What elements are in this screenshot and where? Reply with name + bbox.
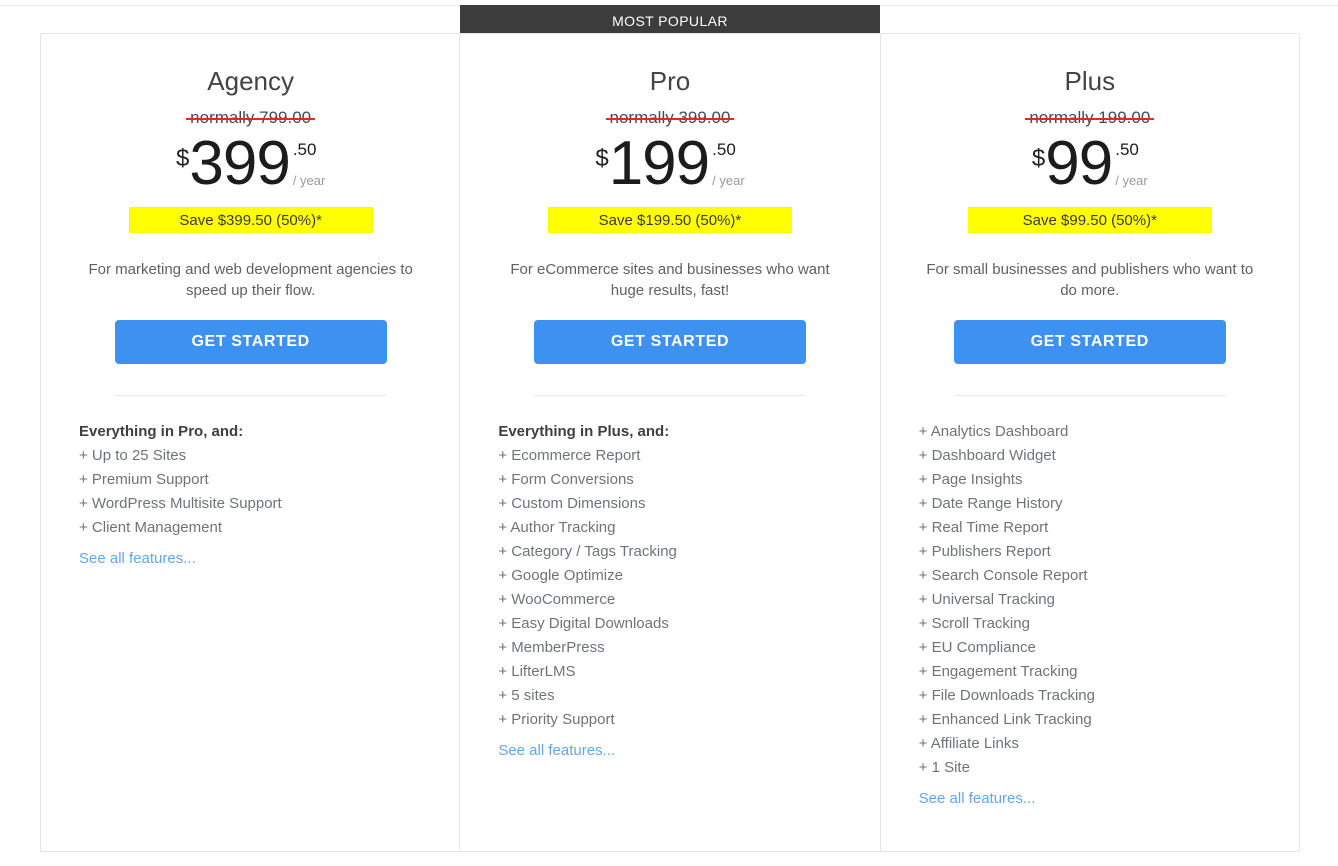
- feature-item: + Priority Support: [498, 711, 615, 728]
- feature-item: + Engagement Tracking: [918, 663, 1078, 680]
- feature-item: + 1 Site: [918, 759, 970, 776]
- plan-card-pro: Pro normally 399.00 $ 199 .50 / year: [459, 34, 881, 851]
- price-amount: 199: [608, 129, 710, 198]
- save-badge-label: Save $99.50 (50%)*: [1022, 211, 1157, 229]
- price-cents: .50: [292, 140, 317, 159]
- see-all-features-link-plus[interactable]: See all features...: [919, 790, 1036, 807]
- save-badge-label: Save $199.50 (50%)*: [598, 211, 742, 229]
- price-period: / year: [292, 173, 326, 188]
- price-period: / year: [712, 173, 745, 188]
- original-price-agency: normally 799.00: [65, 107, 436, 129]
- feature-item: + Dashboard Widget: [918, 447, 1056, 464]
- plan-card-agency: Agency normally 799.00 $ 399 .50 / year: [41, 34, 461, 851]
- feature-item: + Page Insights: [918, 471, 1023, 488]
- feature-item: + Search Console Report: [918, 567, 1088, 584]
- get-started-button-plus[interactable]: GET STARTED: [953, 320, 1226, 364]
- price-amount: 399: [189, 129, 290, 198]
- feature-item: + Form Conversions: [498, 471, 634, 488]
- price-block-agency: $ 399 .50 / year: [65, 133, 436, 195]
- see-all-features-link-pro[interactable]: See all features...: [498, 742, 615, 759]
- feature-item: + Easy Digital Downloads: [498, 615, 669, 632]
- feature-item: + Client Management: [79, 519, 222, 536]
- features-divider: [953, 395, 1226, 396]
- plan-description-plus: For small businesses and publishers who …: [926, 261, 1254, 299]
- feature-item: + WordPress Multisite Support: [79, 495, 282, 512]
- strikethrough-line: [605, 118, 735, 120]
- feature-list-pro: Everything in Plus, and: + Ecommerce Rep…: [484, 420, 855, 732]
- pricing-table: MOST POPULAR Agency normally 799.00 $ 39…: [0, 0, 1338, 866]
- original-price-plus: normally 199.00: [905, 107, 1275, 129]
- plan-description-pro: For eCommerce sites and businesses who w…: [510, 261, 830, 299]
- plan-name-pro: Pro: [649, 66, 691, 96]
- price-cents: .50: [1115, 140, 1139, 159]
- feature-item: + EU Compliance: [918, 639, 1036, 656]
- most-popular-banner: MOST POPULAR: [460, 5, 880, 36]
- feature-item: + Author Tracking: [498, 519, 616, 536]
- feature-item: + Publishers Report: [918, 543, 1051, 560]
- feature-item: + Scroll Tracking: [918, 615, 1030, 632]
- strikethrough-line: [1025, 118, 1155, 120]
- plan-card-plus: Plus normally 199.00 $ 99 .50 / year: [879, 34, 1299, 851]
- currency-symbol: $: [1031, 145, 1046, 172]
- save-badge-pro: Save $199.50 (50%)*: [547, 207, 792, 233]
- price-block-plus: $ 99 .50 / year: [905, 133, 1275, 195]
- price-cents: .50: [712, 140, 736, 159]
- feature-intro: Everything in Plus, and:: [498, 423, 670, 440]
- feature-list-agency: Everything in Pro, and: + Up to 25 Sites…: [65, 420, 436, 540]
- save-badge-label: Save $399.50 (50%)*: [179, 211, 322, 229]
- plan-name-agency: Agency: [207, 66, 295, 96]
- feature-intro: Everything in Pro, and:: [79, 423, 244, 440]
- features-divider: [533, 395, 806, 396]
- feature-item: + WooCommerce: [498, 591, 616, 608]
- feature-item: + Analytics Dashboard: [918, 423, 1069, 440]
- get-started-button-agency[interactable]: GET STARTED: [114, 320, 387, 364]
- get-started-button-pro[interactable]: GET STARTED: [533, 320, 806, 364]
- feature-item: + Up to 25 Sites: [79, 447, 187, 464]
- feature-list-plus: + Analytics Dashboard + Dashboard Widget…: [905, 420, 1275, 780]
- feature-item: + Premium Support: [79, 471, 209, 488]
- features-divider: [114, 395, 387, 396]
- feature-item: + Real Time Report: [918, 519, 1049, 536]
- plan-description-agency: For marketing and web development agenci…: [88, 261, 413, 299]
- feature-item: + Ecommerce Report: [498, 447, 641, 464]
- feature-item: + LifterLMS: [498, 663, 576, 680]
- feature-item: + Universal Tracking: [918, 591, 1055, 608]
- save-badge-plus: Save $99.50 (50%)*: [967, 207, 1212, 233]
- currency-symbol: $: [176, 145, 190, 172]
- feature-item: + MemberPress: [498, 639, 605, 656]
- plan-cards-container: Agency normally 799.00 $ 399 .50 / year: [40, 33, 1300, 852]
- see-all-features-link-agency[interactable]: See all features...: [79, 550, 196, 567]
- feature-item: + 5 sites: [498, 687, 555, 704]
- feature-item: + Google Optimize: [498, 567, 623, 584]
- price-period: / year: [1115, 173, 1148, 188]
- feature-item: + Custom Dimensions: [498, 495, 646, 512]
- feature-item: + File Downloads Tracking: [918, 687, 1095, 704]
- price-block-pro: $ 199 .50 / year: [484, 133, 855, 195]
- original-price-pro: normally 399.00: [484, 107, 855, 129]
- feature-item: + Affiliate Links: [918, 735, 1019, 752]
- feature-item: + Enhanced Link Tracking: [918, 711, 1092, 728]
- feature-item: + Date Range History: [918, 495, 1063, 512]
- feature-item: + Category / Tags Tracking: [498, 543, 677, 560]
- currency-symbol: $: [595, 145, 609, 172]
- strikethrough-line: [186, 118, 316, 120]
- price-amount: 99: [1045, 129, 1113, 198]
- most-popular-label: MOST POPULAR: [612, 12, 728, 29]
- plan-name-plus: Plus: [1064, 66, 1116, 96]
- save-badge-agency: Save $399.50 (50%)*: [128, 207, 373, 233]
